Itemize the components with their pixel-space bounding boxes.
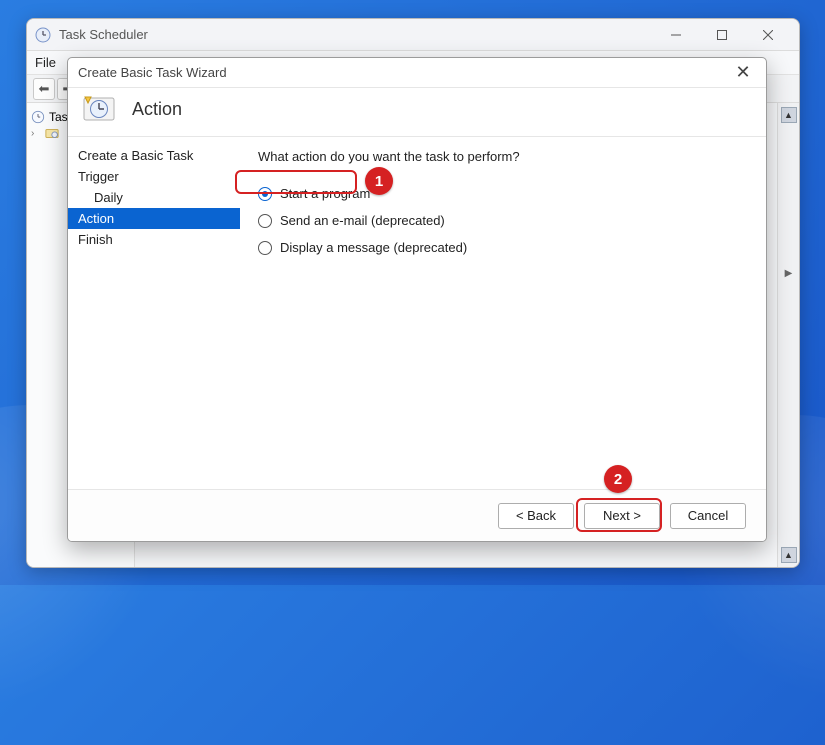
menu-file[interactable]: File: [35, 55, 56, 70]
parent-minimize-button[interactable]: [653, 20, 699, 50]
wizard-content: What action do you want the task to perf…: [240, 137, 766, 489]
triangle-up-icon: ▲: [784, 110, 793, 120]
parent-side-pane: ▲ ▶ ▲: [777, 103, 799, 567]
radio-label: Display a message (deprecated): [280, 240, 467, 255]
toolbar-back-button[interactable]: ⬅: [33, 78, 55, 100]
triangle-up-icon: ▲: [784, 550, 793, 560]
parent-titlebar: Task Scheduler: [27, 19, 799, 51]
wizard-action-icon: [82, 94, 118, 124]
minimize-icon: [671, 30, 681, 40]
parent-maximize-button[interactable]: [699, 20, 745, 50]
maximize-icon: [717, 30, 727, 40]
wizard-prompt: What action do you want the task to perf…: [258, 149, 748, 164]
radio-display-message[interactable]: Display a message (deprecated): [258, 240, 748, 255]
dialog-header-title: Action: [132, 99, 182, 120]
scroll-up-button-2[interactable]: ▲: [781, 547, 797, 563]
dialog-header: Action: [68, 88, 766, 137]
nav-step-finish[interactable]: Finish: [68, 229, 240, 250]
dialog-titlebar: Create Basic Task Wizard ✕: [68, 58, 766, 88]
nav-step-trigger[interactable]: Trigger: [68, 166, 240, 187]
parent-title: Task Scheduler: [59, 27, 148, 42]
clock-icon: [31, 110, 45, 124]
radio-icon: [258, 241, 272, 255]
radio-icon: [258, 187, 272, 201]
dialog-title: Create Basic Task Wizard: [78, 65, 227, 80]
close-icon: ✕: [735, 62, 750, 82]
scroll-up-button[interactable]: ▲: [781, 107, 797, 123]
nav-step-daily[interactable]: Daily: [68, 187, 240, 208]
radio-start-a-program[interactable]: Start a program: [258, 186, 748, 201]
back-button[interactable]: < Back: [498, 503, 574, 529]
next-button[interactable]: Next >: [584, 503, 660, 529]
close-icon: [763, 30, 773, 40]
nav-step-action[interactable]: Action: [68, 208, 240, 229]
parent-close-button[interactable]: [745, 20, 791, 50]
dialog-close-button[interactable]: ✕: [730, 62, 756, 83]
radio-icon: [258, 214, 272, 228]
wizard-nav: Create a Basic Task Trigger Daily Action…: [68, 137, 240, 489]
cancel-button[interactable]: Cancel: [670, 503, 746, 529]
caret-right-icon: ▶: [785, 268, 793, 279]
create-basic-task-wizard: Create Basic Task Wizard ✕ Action Create…: [67, 57, 767, 542]
radio-label: Start a program: [280, 186, 370, 201]
dialog-footer: < Back Next > Cancel 2: [68, 489, 766, 541]
expand-icon: ›: [31, 128, 41, 139]
radio-label: Send an e-mail (deprecated): [280, 213, 445, 228]
nav-step-create-task[interactable]: Create a Basic Task: [68, 145, 240, 166]
radio-send-email[interactable]: Send an e-mail (deprecated): [258, 213, 748, 228]
folder-clock-icon: [45, 126, 59, 140]
task-scheduler-app-icon: [35, 27, 51, 43]
arrow-left-icon: ⬅: [39, 81, 50, 97]
